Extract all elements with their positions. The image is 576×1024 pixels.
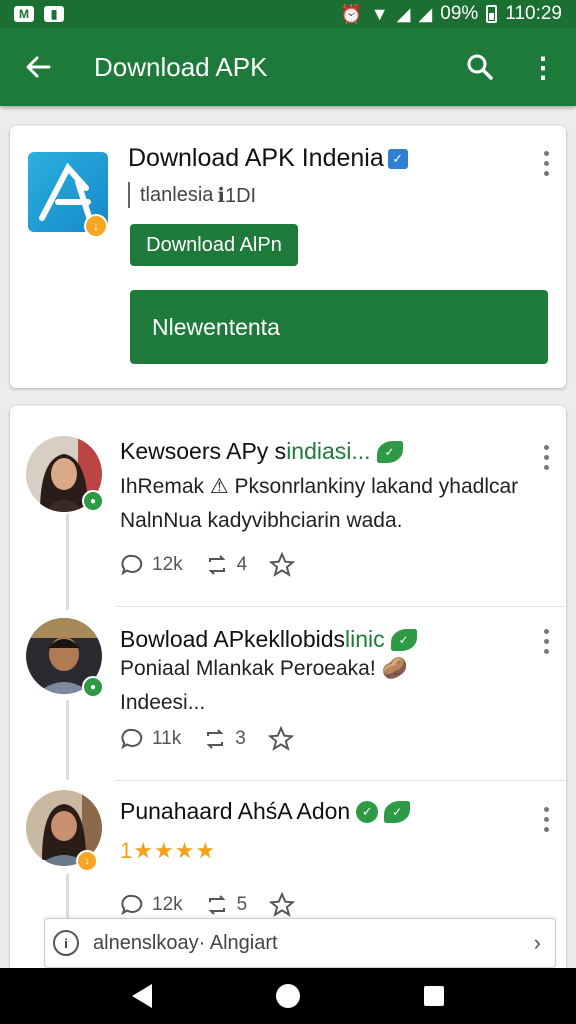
wifi-icon: ▼ [370,3,389,24]
app-developer: tlanlesia [140,183,214,206]
reply-button[interactable]: 11k [120,727,181,751]
comment-body: IhRemak ⚠ Pksonrlankiny lakand yhadlcar … [120,470,518,538]
battery-icon [486,5,498,23]
comment-title: Bowload APkekllobids linic ✓ [120,626,417,653]
online-badge-icon: ● [82,676,104,698]
repost-icon [208,555,226,575]
comment-input[interactable] [93,931,493,955]
comments-feed: ● Kewsoers APy s indiasi... ✓ IhRemak ⚠ … [10,406,566,976]
comment-author: Bowload APkekllobids [120,626,346,652]
rating-value: 1 [120,838,134,863]
system-nav-bar [0,968,576,1024]
app-subtitle: tlanlesia ℹ1DI [128,182,256,208]
alarm-icon: ⏰ [340,3,363,24]
comment-actions: 12k 5 [120,892,317,918]
online-badge-icon: ● [82,490,104,512]
repost-count: 3 [235,728,246,749]
search-icon[interactable] [450,28,510,106]
verified-check-icon: ✓ [356,800,379,823]
info-icon: i [53,930,79,956]
comment-more-icon[interactable] [536,626,556,656]
comment-more-icon[interactable] [536,442,556,472]
comment-more-icon[interactable] [536,804,556,834]
nav-back-icon[interactable] [132,984,152,1008]
repost-button[interactable]: 4 [205,553,248,577]
favorite-button[interactable] [269,552,296,578]
battery-percent: 09% [440,3,479,24]
reply-button[interactable]: 12k [120,893,183,917]
favorite-button[interactable] [269,892,296,918]
reply-button[interactable]: 12k [120,553,183,577]
status-bar: M ▮ ⏰ ▼ ◢ ◢ 09% 110:29 [0,0,576,28]
download-badge-icon: ↓ [84,214,108,238]
comment-author: Punahaard AhśA Adon [120,798,351,824]
repost-icon [206,729,224,749]
divider [116,780,566,781]
gmail-notification-icon: M [14,6,34,22]
app-bar-title: Download APK [94,51,268,82]
app-meta: ℹ1DI [217,184,257,207]
comment-actions: 11k 3 [120,726,316,752]
app-bar: Download APK ⋮ [0,28,576,106]
leaf-icon: ✓ [384,800,411,823]
comment-title: Kewsoers APy s indiasi... ✓ [120,438,403,465]
comment-icon [121,728,143,750]
signal-2-icon: ◢ [418,3,433,24]
comment-actions: 12k 4 [120,552,317,578]
back-arrow-icon[interactable] [0,28,76,106]
app-name: Download APK Indenia ✓ [128,144,408,173]
signal-icon: ◢ [396,3,411,24]
clock: 110:29 [505,3,562,24]
comment-author-tag: indiasi... [286,438,371,464]
nav-recents-icon[interactable] [424,986,444,1006]
rating-stars: ★★★★ [133,838,217,863]
leaf-icon: ✓ [376,440,403,463]
divider [116,606,566,607]
leaf-icon: ✓ [390,628,417,651]
comment-line: Indeesi... [120,691,206,714]
comment-line: IhRemak ⚠ Pksonrlankiny lakand yhadlcar [120,475,519,498]
repost-count: 5 [236,894,248,915]
download-button[interactable]: Download AlPn [130,224,298,266]
comment-line: NalnNua kadyvibhciarin wada. [120,509,403,532]
notification-icon: ▮ [44,6,64,22]
thread-line [66,514,69,610]
app-name-text: Download APK Indenia [128,144,384,172]
send-chevron-icon[interactable]: › [534,930,541,956]
app-card-more-icon[interactable] [536,148,556,178]
repost-count: 4 [236,554,248,575]
divider [128,182,130,208]
comment-body: Poniaal Mlankak Peroeaka! 🥔 Indeesi... [120,652,408,720]
repost-button[interactable]: 5 [205,893,248,917]
overflow-menu-icon[interactable]: ⋮ [510,28,576,106]
nav-home-icon[interactable] [276,984,300,1008]
comment-composer: i › [44,918,556,968]
star-icon [267,726,294,751]
star-icon [269,892,296,917]
comment-line: Poniaal Mlankak Peroeaka! 🥔 [120,657,408,680]
comment-author: Kewsoers APy s [120,438,287,464]
install-button[interactable]: Nlewententa [130,290,548,364]
badge-icon: ↓ [76,850,98,872]
verified-icon: ✓ [387,148,408,169]
repost-icon [208,895,226,915]
thread-line [66,700,69,780]
app-card: ↓ Download APK Indenia ✓ tlanlesia ℹ1DI … [10,126,566,388]
comment-icon [121,894,143,916]
star-icon [269,552,296,577]
comment-count: 11k [152,728,182,749]
favorite-button[interactable] [267,726,294,752]
comment-title: Punahaard AhśA Adon ✓ ✓ [120,798,411,825]
repost-button[interactable]: 3 [203,727,246,751]
comment-author-tag: linic [345,626,385,652]
comment-count: 12k [152,554,183,575]
comment-count: 12k [152,894,183,915]
rating: 1★★★★ [120,834,216,869]
comment-icon [121,554,143,576]
